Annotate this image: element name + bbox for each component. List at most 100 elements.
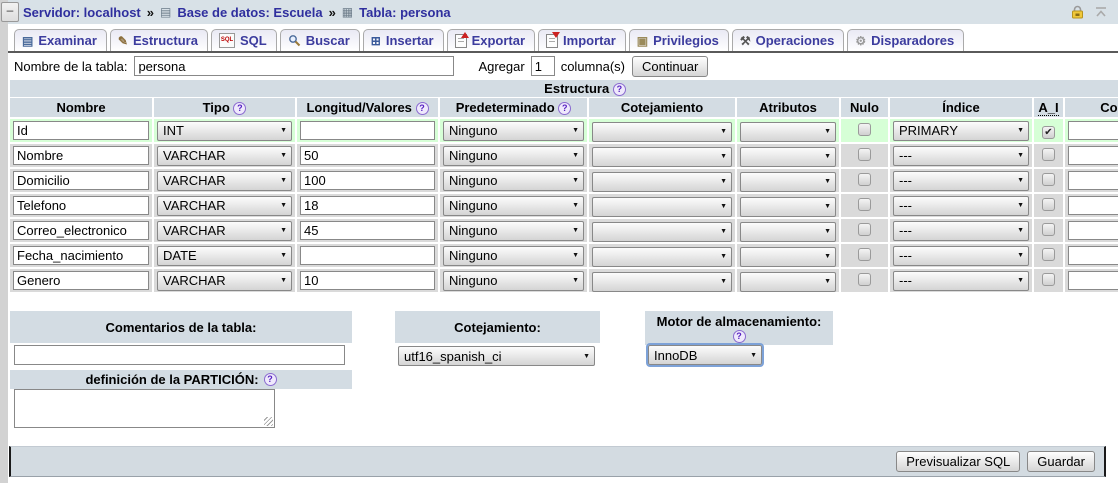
- help-icon[interactable]: ?: [233, 102, 246, 115]
- tab-sql[interactable]: SQL SQL: [211, 29, 277, 51]
- help-icon[interactable]: ?: [416, 102, 429, 115]
- column-comments-input[interactable]: [1068, 121, 1118, 140]
- column-ai-checkbox[interactable]: ✔: [1042, 126, 1055, 139]
- column-comments-input[interactable]: [1068, 196, 1118, 215]
- tab-operaciones[interactable]: ⚒ Operaciones: [732, 29, 845, 51]
- column-index-select[interactable]: ---▼: [893, 171, 1029, 191]
- column-null-checkbox[interactable]: [858, 198, 871, 211]
- column-default-select[interactable]: Ninguno▼: [443, 121, 584, 141]
- partition-definition-textarea[interactable]: [14, 389, 275, 428]
- storage-engine-select[interactable]: InnoDB ▼: [648, 345, 762, 365]
- column-attributes-select[interactable]: ▼: [740, 222, 836, 242]
- column-index-select[interactable]: ---▼: [893, 146, 1029, 166]
- save-button[interactable]: Guardar: [1027, 451, 1095, 472]
- scroll-top-icon[interactable]: [1094, 6, 1108, 19]
- breadcrumb-server-link[interactable]: Servidor: localhost: [23, 5, 141, 20]
- tab-disparadores[interactable]: ⚙ Disparadores: [847, 29, 964, 51]
- help-icon[interactable]: ?: [733, 330, 746, 343]
- column-ai-checkbox[interactable]: [1042, 223, 1055, 236]
- column-length-input[interactable]: [300, 221, 435, 240]
- tab-insertar[interactable]: ⊞ Insertar: [363, 29, 444, 51]
- column-length-input[interactable]: [300, 146, 435, 165]
- column-default-select[interactable]: Ninguno▼: [443, 221, 584, 241]
- column-length-input[interactable]: [300, 271, 435, 290]
- tab-estructura[interactable]: ✎ Estructura: [110, 29, 208, 51]
- column-name-input[interactable]: [13, 196, 149, 215]
- column-collation-select[interactable]: ▼: [592, 197, 732, 217]
- column-ai-checkbox[interactable]: [1042, 198, 1055, 211]
- help-icon[interactable]: ?: [558, 102, 571, 115]
- column-null-checkbox[interactable]: [858, 123, 871, 136]
- continue-button[interactable]: Continuar: [632, 56, 708, 77]
- column-default-select[interactable]: Ninguno▼: [443, 271, 584, 291]
- column-default-select[interactable]: Ninguno▼: [443, 171, 584, 191]
- breadcrumb-database-link[interactable]: Base de datos: Escuela: [177, 5, 322, 20]
- column-attributes-select[interactable]: ▼: [740, 122, 836, 142]
- column-collation-select[interactable]: ▼: [592, 272, 732, 292]
- column-comments-input[interactable]: [1068, 146, 1118, 165]
- column-name-input[interactable]: [13, 146, 149, 165]
- column-null-checkbox[interactable]: [858, 273, 871, 286]
- column-name-input[interactable]: [13, 121, 149, 140]
- column-default-select[interactable]: Ninguno▼: [443, 196, 584, 216]
- breadcrumb-table-link[interactable]: Tabla: persona: [359, 5, 451, 20]
- tab-buscar[interactable]: Buscar: [280, 29, 360, 51]
- column-type-select[interactable]: VARCHAR▼: [157, 271, 292, 291]
- column-null-checkbox[interactable]: [858, 148, 871, 161]
- help-icon[interactable]: ?: [264, 373, 277, 386]
- column-attributes-select[interactable]: ▼: [740, 197, 836, 217]
- column-name-input[interactable]: [13, 171, 149, 190]
- table-name-input[interactable]: [134, 56, 454, 76]
- column-attributes-select[interactable]: ▼: [740, 247, 836, 267]
- column-comments-input[interactable]: [1068, 246, 1118, 265]
- column-collation-select[interactable]: ▼: [592, 172, 732, 192]
- column-index-select[interactable]: ---▼: [893, 246, 1029, 266]
- column-ai-checkbox[interactable]: [1042, 173, 1055, 186]
- help-icon[interactable]: ?: [613, 83, 626, 96]
- column-type-select[interactable]: VARCHAR▼: [157, 196, 292, 216]
- column-type-select[interactable]: VARCHAR▼: [157, 171, 292, 191]
- column-default-select[interactable]: Ninguno▼: [443, 246, 584, 266]
- column-length-input[interactable]: [300, 196, 435, 215]
- column-collation-select[interactable]: ▼: [592, 222, 732, 242]
- column-default-select[interactable]: Ninguno▼: [443, 146, 584, 166]
- column-null-checkbox[interactable]: [858, 173, 871, 186]
- column-index-select[interactable]: ---▼: [893, 196, 1029, 216]
- column-comments-input[interactable]: [1068, 271, 1118, 290]
- column-type-select[interactable]: INT▼: [157, 121, 292, 141]
- column-collation-select[interactable]: ▼: [592, 247, 732, 267]
- column-collation-select[interactable]: ▼: [592, 147, 732, 167]
- column-collation-select[interactable]: ▼: [592, 122, 732, 142]
- column-index-select[interactable]: PRIMARY▼: [893, 121, 1029, 141]
- column-length-input[interactable]: [300, 246, 435, 265]
- column-attributes-select[interactable]: ▼: [740, 147, 836, 167]
- column-ai-checkbox[interactable]: [1042, 248, 1055, 261]
- column-comments-input[interactable]: [1068, 221, 1118, 240]
- column-type-select[interactable]: VARCHAR▼: [157, 146, 292, 166]
- tab-importar[interactable]: Importar: [538, 29, 626, 51]
- column-name-input[interactable]: [13, 271, 149, 290]
- column-null-checkbox[interactable]: [858, 248, 871, 261]
- column-type-select[interactable]: VARCHAR▼: [157, 221, 292, 241]
- column-type-select[interactable]: DATE▼: [157, 246, 292, 266]
- collapse-navigation-button[interactable]: –: [1, 2, 19, 22]
- column-index-select[interactable]: ---▼: [893, 221, 1029, 241]
- column-attributes-select[interactable]: ▼: [740, 172, 836, 192]
- tab-privilegios[interactable]: ▣ Privilegios: [629, 29, 729, 51]
- tab-exportar[interactable]: Exportar: [447, 29, 535, 51]
- textarea-resize-handle[interactable]: [264, 417, 273, 426]
- column-null-checkbox[interactable]: [858, 223, 871, 236]
- column-name-input[interactable]: [13, 221, 149, 240]
- column-ai-checkbox[interactable]: [1042, 273, 1055, 286]
- table-comments-input[interactable]: [14, 345, 345, 365]
- tab-examinar[interactable]: ▤ Examinar: [14, 29, 107, 51]
- column-comments-input[interactable]: [1068, 171, 1118, 190]
- column-name-input[interactable]: [13, 246, 149, 265]
- preview-sql-button[interactable]: Previsualizar SQL: [896, 451, 1020, 472]
- column-index-select[interactable]: ---▼: [893, 271, 1029, 291]
- table-collation-select[interactable]: utf16_spanish_ci ▼: [398, 346, 595, 366]
- column-length-input[interactable]: [300, 171, 435, 190]
- column-attributes-select[interactable]: ▼: [740, 272, 836, 292]
- add-columns-count-input[interactable]: [531, 56, 555, 76]
- column-length-input[interactable]: [300, 121, 435, 140]
